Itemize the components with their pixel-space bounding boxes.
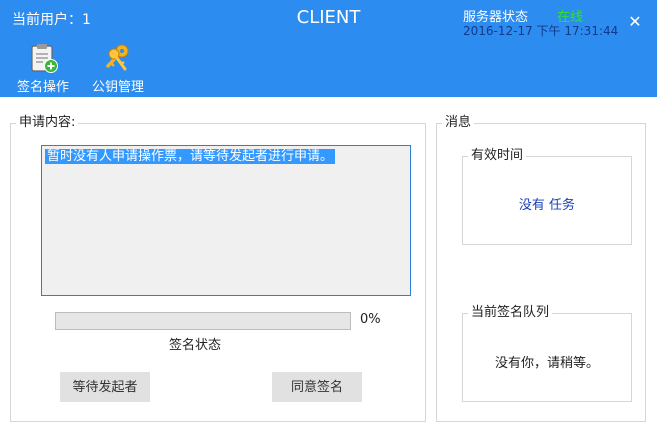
clipboard-add-icon bbox=[31, 44, 58, 73]
sign-status-label: 签名状态 bbox=[168, 338, 221, 353]
request-content-title: 申请内容: bbox=[16, 115, 79, 131]
agree-sign-button[interactable]: 同意签名 bbox=[272, 372, 362, 402]
validity-time-group: 有效时间 没有 任务 bbox=[462, 148, 632, 245]
title-bar: 当前用户：1 CLIENT 服务器状态 在线 2016-12-17 下午 17:… bbox=[0, 0, 657, 97]
close-icon[interactable]: ✕ bbox=[624, 11, 646, 33]
sign-queue-group: 当前签名队列 没有你，请稍等。 bbox=[462, 305, 632, 402]
sign-progress-percent: 0% bbox=[360, 312, 381, 327]
toolbar-key-management-label: 公钥管理 bbox=[91, 80, 144, 95]
messages-title: 消息 bbox=[442, 115, 475, 131]
timestamp: 2016-12-17 下午 17:31:44 bbox=[463, 24, 619, 38]
request-message-text: 暂时没有人申请操作票，请等待发起者进行申请。 bbox=[45, 149, 336, 164]
validity-time-text: 没有 任务 bbox=[518, 198, 576, 213]
toolbar-sign-operation[interactable]: 签名操作 bbox=[13, 42, 73, 95]
request-message-box[interactable]: 暂时没有人申请操作票，请等待发起者进行申请。 bbox=[41, 145, 411, 296]
current-user-label: 当前用户：1 bbox=[12, 12, 91, 28]
wait-initiator-button[interactable]: 等待发起者 bbox=[60, 372, 150, 402]
sign-progress-bar bbox=[55, 312, 351, 330]
toolbar-key-management[interactable]: 公钥管理 bbox=[88, 42, 148, 95]
validity-time-title: 有效时间 bbox=[468, 148, 527, 164]
keys-icon bbox=[106, 44, 129, 71]
sign-queue-title: 当前签名队列 bbox=[468, 305, 553, 321]
sign-queue-text: 没有你，请稍等。 bbox=[494, 356, 599, 371]
toolbar-sign-operation-label: 签名操作 bbox=[16, 80, 69, 95]
